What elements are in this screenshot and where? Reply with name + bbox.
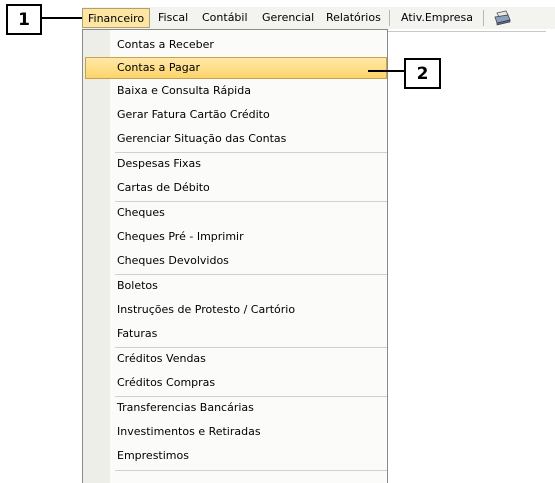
menu-item-cheques-pre-imprimir[interactable]: Cheques Pré - Imprimir <box>85 226 387 248</box>
menu-ativ-empresa[interactable]: Ativ.Empresa <box>396 8 478 28</box>
menu-item-cartas-de-debito[interactable]: Cartas de Débito <box>85 177 387 199</box>
menu-item-cheques[interactable]: Cheques <box>85 202 387 224</box>
printer-icon[interactable] <box>493 10 511 26</box>
menu-bar: Financeiro Fiscal Contábil Gerencial Rel… <box>82 7 555 29</box>
menu-separator <box>483 10 484 26</box>
menu-item-transferencias-bancarias[interactable]: Transferencias Bancárias <box>85 397 387 419</box>
menu-item-investimentos-retiradas[interactable]: Investimentos e Retiradas <box>85 421 387 443</box>
menu-fiscal[interactable]: Fiscal <box>153 8 193 28</box>
menu-item-faturas[interactable]: Faturas <box>85 323 387 345</box>
menu-item-cheques-devolvidos[interactable]: Cheques Devolvidos <box>85 250 387 272</box>
menu-item-emprestimos[interactable]: Emprestimos <box>85 445 387 467</box>
menu-separator <box>389 10 390 26</box>
menu-item-instrucoes-protesto[interactable]: Instruções de Protesto / Cartório <box>85 299 387 321</box>
menu-item-creditos-compras[interactable]: Créditos Compras <box>85 372 387 394</box>
callout-2: 2 <box>404 58 441 89</box>
menu-item-contas-a-receber[interactable]: Contas a Receber <box>85 34 387 56</box>
menu-relatorios[interactable]: Relatórios <box>321 8 386 28</box>
menu-financeiro[interactable]: Financeiro <box>82 8 151 28</box>
menu-item-despesas-fixas[interactable]: Despesas Fixas <box>85 153 387 175</box>
callout-1: 1 <box>6 4 42 35</box>
menu-contabil[interactable]: Contábil <box>197 8 253 28</box>
menu-item-baixa-consulta-rapida[interactable]: Baixa e Consulta Rápida <box>85 80 387 102</box>
toolbar-edge <box>388 31 546 32</box>
menu-item-boletos[interactable]: Boletos <box>85 275 387 297</box>
menu-item-gerenciar-situacao[interactable]: Gerenciar Situação das Contas <box>85 128 387 150</box>
callout-2-leader <box>368 70 404 72</box>
menu-item-creditos-vendas[interactable]: Créditos Vendas <box>85 348 387 370</box>
menu-item-contas-a-pagar[interactable]: Contas a Pagar <box>85 57 387 79</box>
menu-separator <box>115 470 387 471</box>
menu-gerencial[interactable]: Gerencial <box>257 8 319 28</box>
menu-item-gerar-fatura-cartao[interactable]: Gerar Fatura Cartão Crédito <box>85 104 387 126</box>
financeiro-dropdown-menu: Contas a Receber Contas a Pagar Baixa e … <box>82 29 388 483</box>
callout-1-leader <box>42 17 82 19</box>
